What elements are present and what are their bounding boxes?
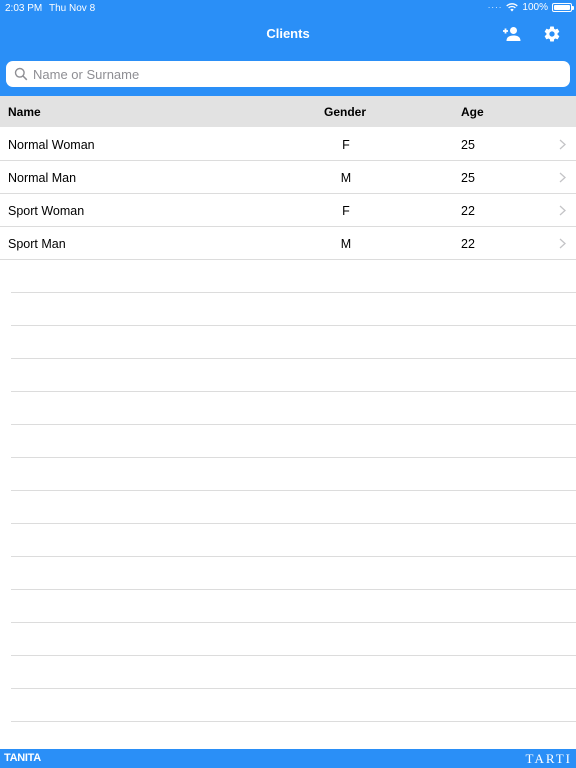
client-gender: M [340, 237, 352, 251]
client-row[interactable]: Sport Woman F 22 [0, 194, 576, 227]
table-header: Name Gender Age [0, 96, 576, 127]
client-row[interactable]: Normal Man M 25 [0, 161, 576, 194]
status-right: ···· 100% [487, 2, 574, 13]
client-row[interactable]: Sport Man M 22 [0, 227, 576, 260]
client-gender: F [342, 204, 350, 218]
wifi-icon [506, 3, 519, 12]
list-divider [11, 359, 576, 392]
list-divider [11, 524, 576, 557]
add-person-icon [503, 27, 521, 41]
list-divider [11, 623, 576, 656]
navigation-bar: 2:03 PM Thu Nov 8 ···· 100% Clients [0, 0, 576, 96]
chevron-right-icon [559, 172, 566, 183]
list-divider [11, 293, 576, 326]
search-bar [6, 61, 570, 87]
header-gender: Gender [324, 105, 367, 119]
list-divider [11, 392, 576, 425]
battery-icon [552, 3, 574, 12]
list-divider [11, 689, 576, 722]
client-list: Normal Woman F 25 Normal Man M 25 Sport … [0, 128, 576, 260]
list-divider [11, 656, 576, 689]
signal-dots-icon: ···· [487, 3, 503, 12]
chevron-right-icon [559, 238, 566, 249]
list-divider [11, 425, 576, 458]
client-row[interactable]: Normal Woman F 25 [0, 128, 576, 161]
footer-bar: TANITA TARTI [0, 749, 576, 768]
client-name: Sport Man [8, 237, 66, 251]
list-divider [11, 260, 576, 293]
status-bar: 2:03 PM Thu Nov 8 ···· 100% [0, 0, 576, 17]
client-name: Normal Woman [8, 138, 95, 152]
list-divider [11, 458, 576, 491]
client-gender: M [340, 171, 352, 185]
tarti-logo: TARTI [525, 751, 572, 766]
tanita-logo: TANITA [4, 752, 41, 764]
page-title: Clients [266, 26, 310, 41]
chevron-right-icon [559, 205, 566, 216]
battery-percent: 100% [522, 2, 548, 13]
client-name: Sport Woman [8, 204, 85, 218]
gear-icon [544, 26, 560, 42]
client-age: 22 [461, 237, 475, 251]
client-gender: F [342, 138, 350, 152]
add-client-button[interactable] [499, 24, 523, 44]
list-divider [11, 590, 576, 623]
search-icon [14, 67, 28, 81]
client-age: 25 [461, 138, 475, 152]
empty-list-area [11, 260, 576, 722]
list-divider [11, 326, 576, 359]
chevron-right-icon [559, 139, 566, 150]
status-date: Thu Nov 8 [49, 3, 96, 14]
list-divider [11, 491, 576, 524]
client-age: 22 [461, 204, 475, 218]
client-name: Normal Man [8, 171, 77, 185]
status-time: 2:03 PM [5, 3, 43, 14]
search-input[interactable] [33, 64, 553, 84]
client-age: 25 [461, 171, 475, 185]
header-age: Age [461, 105, 484, 119]
settings-button[interactable] [540, 24, 564, 44]
header-name: Name [8, 105, 41, 119]
list-divider [11, 557, 576, 590]
